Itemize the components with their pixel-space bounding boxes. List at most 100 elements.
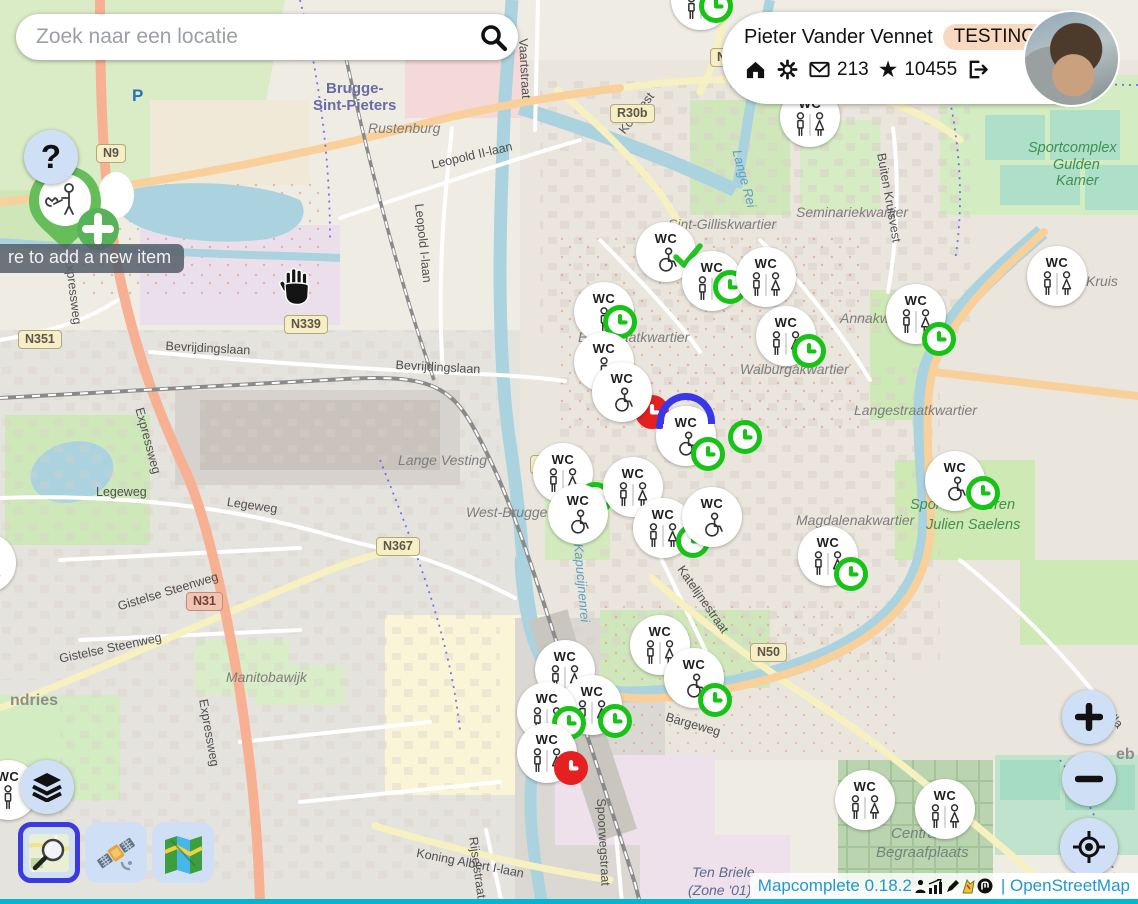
wc-label: WC xyxy=(554,650,577,663)
poi-marker-toilet[interactable]: WC xyxy=(682,487,742,547)
man-woman-icon xyxy=(643,522,683,549)
poi-marker-toilet[interactable]: WC xyxy=(925,451,985,511)
search-icon[interactable] xyxy=(478,22,508,52)
app-version: 0.18.2 xyxy=(865,876,912,896)
man-woman-icon xyxy=(845,794,885,821)
help-label: ? xyxy=(41,138,61,176)
message-count: 213 xyxy=(837,59,869,81)
wc-label: WC xyxy=(622,467,645,480)
man-woman-icon xyxy=(896,308,936,335)
pencil-icon[interactable] xyxy=(945,879,960,894)
wc-label: WC xyxy=(536,733,559,746)
man-woman-icon xyxy=(527,747,567,774)
zoom-in-icon xyxy=(1075,703,1103,731)
layers-button[interactable] xyxy=(20,760,74,814)
changeset-count: 10455 xyxy=(904,59,957,81)
logout-icon[interactable] xyxy=(966,58,989,81)
background-chooser xyxy=(18,822,214,883)
user-avatar[interactable] xyxy=(1023,10,1120,107)
poi-marker-toilet[interactable]: WC xyxy=(915,779,975,839)
wc-label: WC xyxy=(701,261,724,274)
wc-label: WC xyxy=(0,770,19,783)
app-name: Mapcomplete xyxy=(758,876,860,896)
man-woman-icon xyxy=(572,699,612,726)
folded-map-icon xyxy=(161,832,205,874)
wc-label: WC xyxy=(536,692,559,705)
mapcomplete-app: Brugge-Sint-PietersRustenburgSint-Gillis… xyxy=(0,0,1138,904)
wc-label: WC xyxy=(944,461,967,474)
hand-cursor-icon xyxy=(279,266,315,306)
wc-label: WC xyxy=(652,508,675,521)
man-woman-icon xyxy=(790,111,830,138)
osm-map-button[interactable] xyxy=(18,822,80,883)
man-woman-icon xyxy=(0,557,6,584)
man-woman-icon xyxy=(808,550,848,577)
wheelchair-icon xyxy=(692,511,732,538)
wc-label: WC xyxy=(611,372,634,385)
wc-label: WC xyxy=(649,625,672,638)
zoom-out-icon xyxy=(1075,765,1103,793)
man-woman-icon xyxy=(692,275,732,302)
poi-marker-toilet[interactable]: WC xyxy=(1027,246,1087,306)
poi-marker-toilet[interactable]: WC xyxy=(682,251,742,311)
wheelchair-icon xyxy=(646,246,686,273)
wc-label: WC xyxy=(683,658,706,671)
search-input[interactable] xyxy=(34,24,478,50)
poi-marker-toilet[interactable]: WC xyxy=(798,526,858,586)
poi-marker-toilet[interactable]: WC xyxy=(592,362,652,422)
wc-label: WC xyxy=(905,294,928,307)
wheelchair-icon xyxy=(674,672,714,699)
wc-label: WC xyxy=(854,780,877,793)
poi-marker-toilet[interactable]: WC xyxy=(736,247,796,307)
add-item-tooltip: re to add a new item xyxy=(0,244,184,273)
help-button[interactable]: ? xyxy=(24,130,78,184)
osm-map-icon xyxy=(27,832,71,874)
poi-marker-toilet[interactable]: WC xyxy=(756,306,816,366)
folded-map-button[interactable] xyxy=(152,822,214,883)
wheelchair-icon xyxy=(935,475,975,502)
geolocate-icon xyxy=(1072,830,1106,864)
poi-marker-toilet[interactable]: WC xyxy=(517,723,577,783)
gear-icon[interactable] xyxy=(776,58,799,81)
geolocate-button[interactable] xyxy=(1060,818,1118,876)
satellite-icon xyxy=(94,832,138,874)
mastodon-icon[interactable] xyxy=(977,878,993,894)
poi-marker-toilet[interactable]: WC xyxy=(548,484,608,544)
wc-label: WC xyxy=(1046,256,1069,269)
search-bar xyxy=(16,14,518,60)
wc-label: WC xyxy=(775,316,798,329)
star-icon: ★ xyxy=(878,58,899,81)
satellite-button[interactable] xyxy=(85,822,147,883)
poi-marker-toilet[interactable]: WC xyxy=(835,770,895,830)
user-name: Pieter Vander Vennet xyxy=(744,26,933,49)
wc-label: WC xyxy=(817,536,840,549)
man-woman-icon xyxy=(925,803,965,830)
map-flag-icon[interactable] xyxy=(961,879,976,894)
mail-icon[interactable] xyxy=(808,58,831,81)
wheelchair-icon xyxy=(558,508,598,535)
bar-chart-icon[interactable] xyxy=(928,879,944,894)
man-icon xyxy=(584,306,624,333)
wc-label: WC xyxy=(934,789,957,802)
person-stats-icon[interactable] xyxy=(914,879,927,894)
wc-label: WC xyxy=(701,497,724,510)
poi-marker-toilet[interactable]: WC xyxy=(886,284,946,344)
wc-label: WC xyxy=(581,685,604,698)
man-woman-icon xyxy=(681,0,721,21)
user-panel: Pieter Vander Vennet TESTING 213 xyxy=(722,12,1114,104)
wc-label: WC xyxy=(593,292,616,305)
wc-label: WC xyxy=(552,453,575,466)
wc-label: WC xyxy=(593,342,616,355)
wc-label: WC xyxy=(567,494,590,507)
attribution-bar: Mapcomplete 0.18.2 xyxy=(750,873,1138,899)
osm-attribution-link[interactable]: | OpenStreetMap xyxy=(1001,876,1130,896)
zoom-out-button[interactable] xyxy=(1062,752,1116,806)
man-woman-icon xyxy=(746,271,786,298)
poi-marker-toilet[interactable]: WC xyxy=(656,406,716,466)
home-icon[interactable] xyxy=(744,58,767,81)
man-woman-icon xyxy=(1037,270,1077,297)
poi-marker-toilet[interactable]: WC xyxy=(664,648,724,708)
zoom-in-button[interactable] xyxy=(1062,690,1116,744)
layers-icon xyxy=(31,772,63,802)
wheelchair-icon xyxy=(666,430,706,457)
